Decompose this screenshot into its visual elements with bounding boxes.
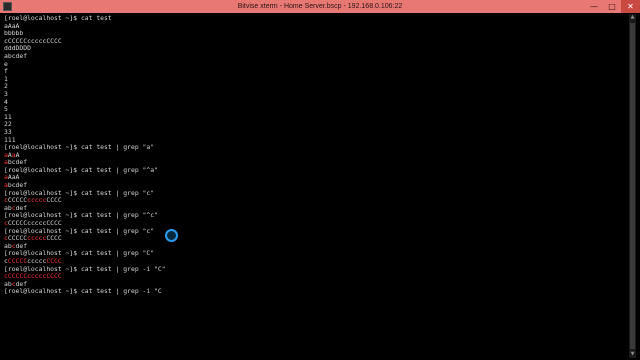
terminal-text: CCCC [46,234,62,243]
terminal-line: 2 [4,83,626,91]
terminal-window: Bitvise xterm - Home Server.bscp - 192.1… [0,0,640,360]
scroll-down-arrow-icon[interactable]: ▼ [629,351,636,358]
terminal-line: aAaA [4,22,626,31]
terminal-line: [roel@localhost ~]$ cat test | grep -i "… [4,265,626,274]
match-highlight: ccccc [27,196,47,205]
terminal-line: cCCCCCcccccCCCC [4,234,626,243]
window-title: Bitvise xterm - Home Server.bscp - 192.1… [237,3,403,10]
match-highlight: ccccc [27,234,47,243]
mouse-cursor-icon [165,229,178,242]
vertical-scrollbar[interactable]: ▲ ▼ [629,14,636,358]
terminal-text: [roel@localhost ~]$ cat test [4,15,112,22]
terminal-line: cCCCCCcccccCCCC [4,37,626,46]
terminal-line: [roel@localhost ~]$ cat test | grep "^c" [4,212,626,220]
terminal-line: [roel@localhost ~]$ cat test | grep "a" [4,143,626,152]
terminal-line: 22 [4,121,626,129]
terminal-line: [roel@localhost ~]$ cat test | grep "c" [4,227,626,236]
terminal-text: [roel@localhost ~]$ cat test | grep -i "… [4,287,162,296]
terminal-line: e [4,60,626,69]
scrollbar-thumb[interactable] [630,23,635,349]
terminal-line: 33 [4,128,626,137]
terminal-line: 3 [4,90,626,99]
terminal-text: CCCC [46,196,62,205]
terminal-line: f [4,67,626,76]
terminal-line: bbbbb [4,29,626,38]
terminal-text: [roel@localhost ~]$ cat test | grep "a" [4,143,155,152]
terminal-line: [roel@localhost ~]$ cat test [4,15,626,23]
terminal-output[interactable]: [roel@localhost ~]$ cat test aAaA bbbbb cCC… [4,15,626,358]
terminal-line: [roel@localhost ~]$ cat test | grep "^a" [4,165,626,175]
scroll-up-arrow-icon[interactable]: ▲ [629,14,636,21]
terminal-line: 5 [4,105,626,114]
terminal-text: [roel@localhost ~]$ cat test | grep "^a" [4,165,158,174]
terminal-line: aAaA [4,174,626,182]
terminal-line: cCCCCCcccccCCCC [4,272,626,281]
minimize-button[interactable]: — [585,0,603,13]
close-button[interactable]: ✕ [621,0,640,13]
terminal-line: [roel@localhost ~]$ cat test | grep "c" [4,189,626,198]
terminal-line: cCCCCCcccccCCCC [4,196,626,205]
terminal-line: dddDDDD [4,45,626,53]
terminal-line: 11 [4,113,626,122]
terminal-line: abcdef [4,52,626,61]
terminal-line: 1 [4,75,626,84]
terminal-line: aAaA [4,151,626,160]
terminal-line: [roel@localhost ~]$ cat test | grep "C" [4,250,626,258]
maximize-button[interactable]: □ [603,0,621,13]
terminal-line: 4 [4,98,626,107]
terminal-line: [roel@localhost ~]$ cat test | grep -i "… [4,288,626,296]
title-bar[interactable]: Bitvise xterm - Home Server.bscp - 192.1… [0,0,640,13]
